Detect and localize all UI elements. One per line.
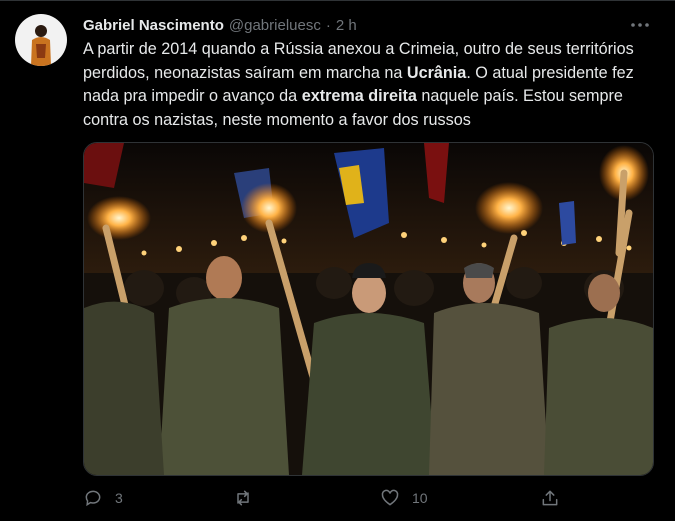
hashtag-link[interactable]: Ucrânia — [407, 64, 466, 82]
reply-button[interactable]: 3 — [83, 485, 123, 511]
avatar[interactable] — [15, 14, 67, 66]
tweet-actions: 3 10 — [83, 485, 643, 511]
author-name[interactable]: Gabriel Nascimento — [83, 17, 224, 34]
timestamp[interactable]: 2 h — [336, 17, 357, 34]
tweet-text: A partir de 2014 quando a Rússia anexou … — [83, 38, 663, 132]
share-icon — [542, 490, 558, 506]
author-handle[interactable]: @gabrieluesc — [229, 17, 321, 34]
reply-count: 3 — [115, 490, 123, 506]
reply-icon — [85, 490, 101, 507]
more-options-icon[interactable] — [628, 13, 652, 37]
separator: · — [325, 16, 331, 34]
tweet-header: Gabriel Nascimento @gabrieluesc · 2 h — [83, 15, 357, 35]
avatar-figure-icon — [31, 25, 51, 66]
like-count: 10 — [412, 490, 428, 506]
tweet[interactable]: Gabriel Nascimento @gabrieluesc · 2 h A … — [0, 0, 675, 521]
share-button[interactable] — [540, 485, 560, 511]
hashtag-link[interactable]: extrema direita — [302, 87, 417, 105]
retweet-icon — [237, 490, 249, 506]
tweet-photo[interactable] — [83, 142, 654, 476]
heart-icon — [381, 489, 399, 506]
like-button[interactable]: 10 — [380, 485, 428, 511]
retweet-button[interactable] — [233, 485, 265, 511]
photo-torch-march-icon — [84, 143, 653, 475]
